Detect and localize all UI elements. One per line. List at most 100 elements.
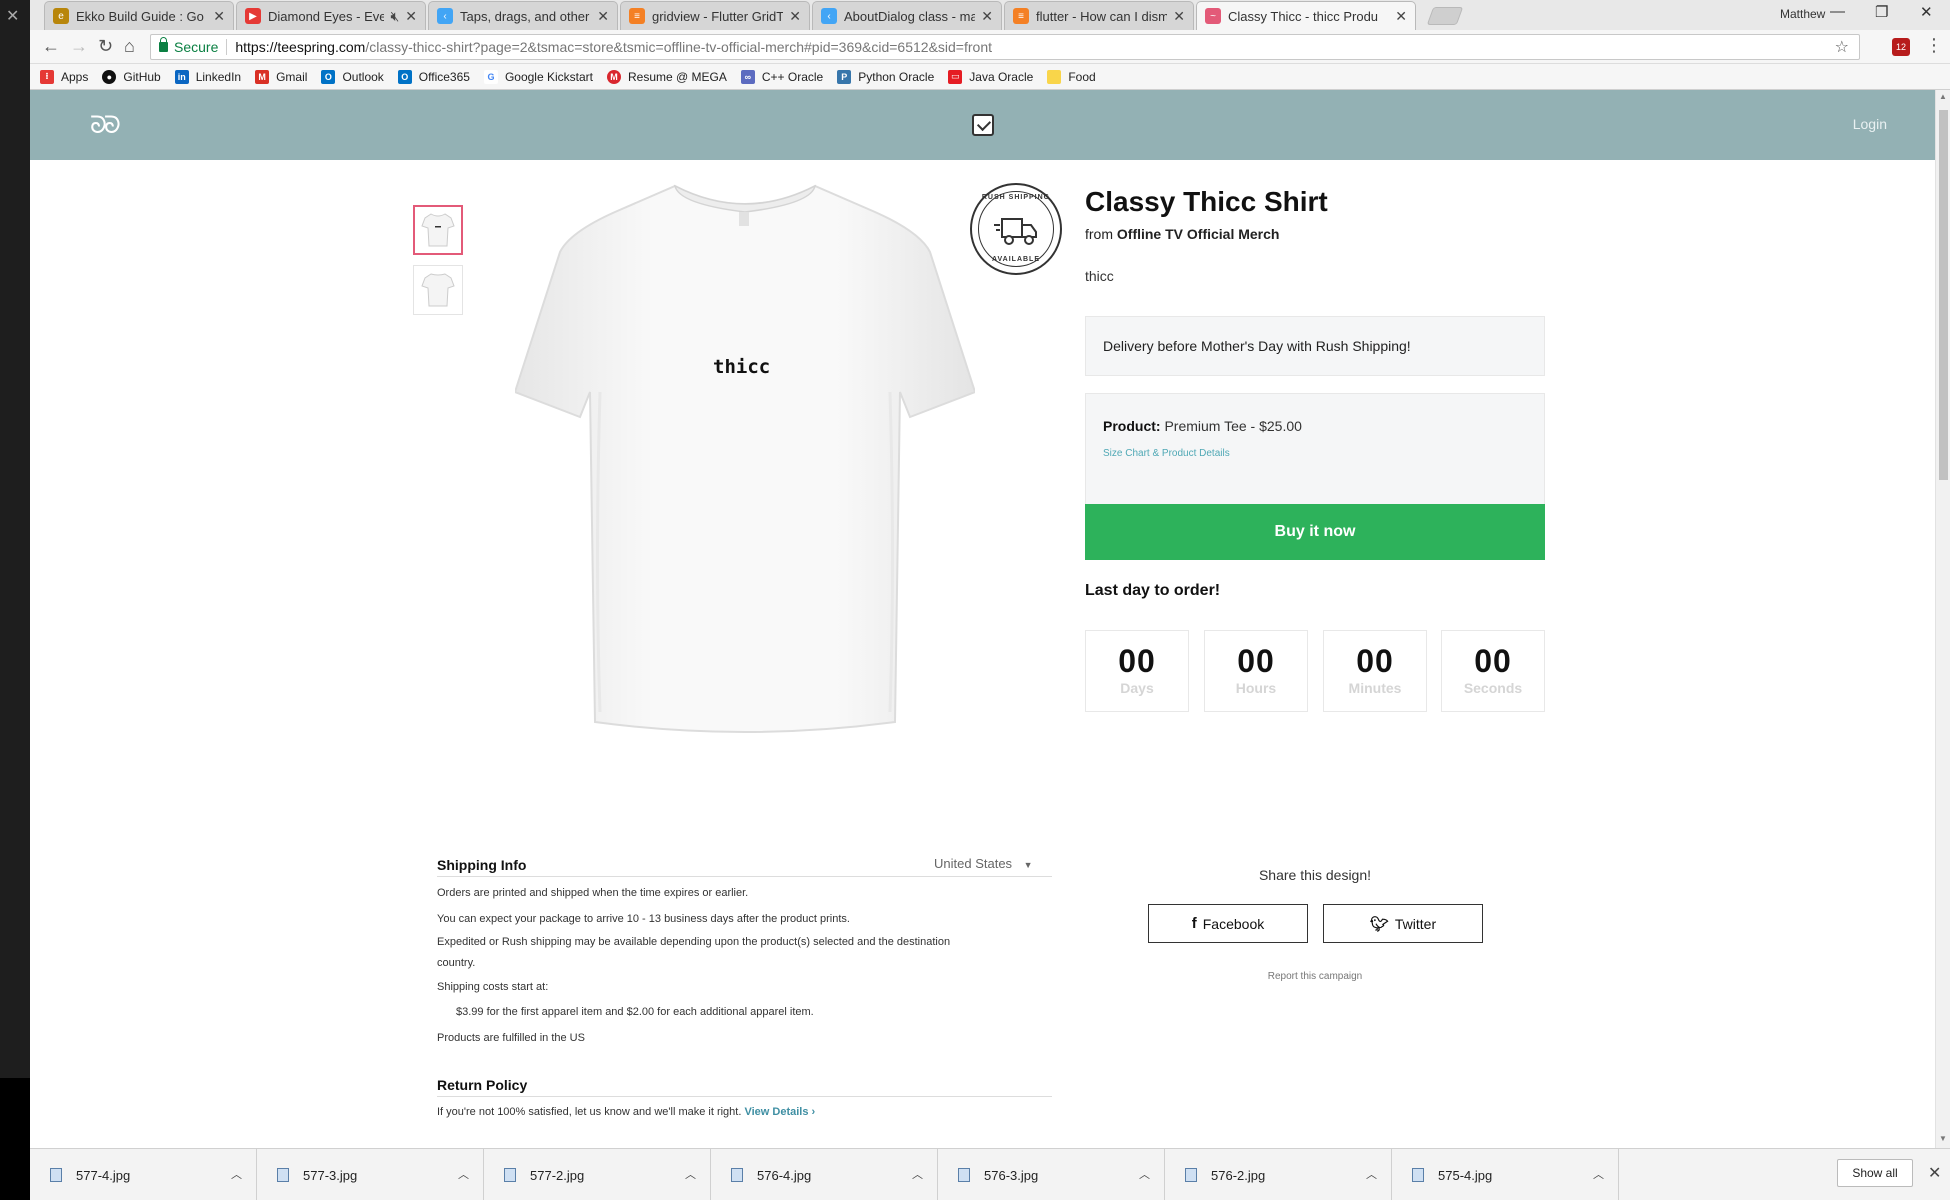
close-icon[interactable]: ✕ [597,8,609,25]
close-icon[interactable]: ✕ [1928,1163,1941,1183]
country-select[interactable]: United States ▼ [934,856,1033,871]
close-icon[interactable]: ✕ [213,8,225,25]
facebook-share-button[interactable]: f Facebook [1148,904,1308,943]
rush-shipping-badge: RUSH SHIPPING AVAILABLE [970,183,1062,275]
bookmark-label: GitHub [123,69,161,84]
bookmark-food[interactable]: Food [1047,69,1096,84]
bookmark-linkedin[interactable]: in LinkedIn [174,69,242,84]
report-campaign-link[interactable]: Report this campaign [1085,971,1545,982]
extension-icon[interactable]: 12 [1892,38,1910,56]
bookmark-google-kickstart[interactable]: G Google Kickstart [483,69,593,84]
cart-icon[interactable] [972,114,994,136]
browser-tab[interactable]: ‹ Taps, drags, and other ge ✕ [428,1,618,30]
scroll-thumb[interactable] [1939,110,1948,480]
chevron-up-icon[interactable]: ︿ [685,1166,696,1182]
youtube-icon: ▶ [245,8,261,24]
chevron-up-icon[interactable]: ︿ [1366,1166,1377,1182]
menu-icon[interactable]: ⋮ [1925,35,1943,56]
download-item[interactable]: 577-2.jpg ︿ [484,1149,711,1200]
login-link[interactable]: Login [1853,116,1887,132]
bookmark-outlook[interactable]: O Outlook [321,69,384,84]
scroll-up-icon[interactable]: ▲ [1939,92,1947,101]
share-heading: Share this design! [1258,867,1372,883]
product-thumbnail-back[interactable] [413,265,463,315]
close-icon[interactable]: ✕ [6,6,19,26]
close-icon[interactable]: ✕ [789,8,801,25]
bookmark-cpp-oracle[interactable]: ∞ C++ Oracle [740,69,823,84]
bookmark-java-oracle[interactable]: ▭ Java Oracle [948,69,1033,84]
product-image[interactable]: thicc [513,182,977,747]
maximize-icon[interactable]: ❐ [1875,3,1888,21]
twitter-share-button[interactable]: 🐦︎ Twitter [1323,904,1483,943]
browser-tab[interactable]: ≡ flutter - How can I dismis ✕ [1004,1,1194,30]
product-value[interactable]: Premium Tee - $25.00 [1164,418,1301,434]
download-filename: 576-3.jpg [984,1167,1039,1183]
bookmark-label: Gmail [276,69,308,84]
download-item[interactable]: 577-3.jpg ︿ [257,1149,484,1200]
java-icon: ▭ [948,69,963,84]
stackoverflow-icon: ≡ [629,8,645,24]
teespring-icon: ~ [1205,8,1221,24]
chevron-up-icon[interactable]: ︿ [231,1166,242,1182]
chevron-up-icon[interactable]: ︿ [458,1166,469,1182]
mute-icon[interactable]: 🔇︎ [390,8,399,25]
bookmark-python-oracle[interactable]: P Python Oracle [837,69,934,84]
bookmark-gmail[interactable]: M Gmail [255,69,308,84]
last-day-heading: Last day to order! [1085,582,1221,599]
browser-tab[interactable]: e Ekko Build Guide : Go ✕ [44,1,234,30]
shipping-text: You can expect your package to arrive 10… [437,913,850,925]
scroll-down-icon[interactable]: ▼ [1939,1134,1947,1143]
download-item[interactable]: 577-4.jpg ︿ [30,1149,257,1200]
browser-tab[interactable]: ‹ AboutDialog class - mate ✕ [812,1,1002,30]
download-item[interactable]: 576-3.jpg ︿ [938,1149,1165,1200]
seller-link[interactable]: Offline TV Official Merch [1117,226,1280,242]
download-item[interactable]: 576-4.jpg ︿ [711,1149,938,1200]
return-text: If you're not 100% satisfied, let us kno… [437,1106,742,1118]
teespring-logo-icon[interactable]: ᘐᘐ [90,112,121,140]
view-details-link[interactable]: View Details › [744,1106,815,1118]
download-item[interactable]: 576-2.jpg ︿ [1165,1149,1392,1200]
browser-tab[interactable]: ≡ gridview - Flutter GridTile ✕ [620,1,810,30]
reload-icon[interactable]: ↻ [98,36,113,57]
url-path: /classy-thicc-shirt?page=2&tsmac=store&t… [365,39,992,55]
show-all-downloads-button[interactable]: Show all [1837,1159,1913,1187]
stackoverflow-icon: ≡ [1013,8,1029,24]
bookmark-resume[interactable]: M Resume @ MEGA [607,69,727,84]
bookmark-apps[interactable]: ⁝ Apps [40,69,88,84]
browser-tab-active[interactable]: ~ Classy Thicc - thicc Produ ✕ [1196,1,1416,30]
chevron-up-icon[interactable]: ︿ [912,1166,923,1182]
forward-icon[interactable]: → [70,36,88,57]
download-filename: 577-2.jpg [530,1167,585,1183]
buy-now-button[interactable]: Buy it now [1085,504,1545,560]
download-filename: 576-2.jpg [1211,1167,1266,1183]
outlook-icon: O [321,69,336,84]
back-icon[interactable]: ← [42,36,60,57]
bookmark-label: LinkedIn [195,69,242,84]
bookmark-github[interactable]: ● GitHub [102,69,161,84]
chevron-up-icon[interactable]: ︿ [1593,1166,1604,1182]
bookmark-star-icon[interactable]: ☆ [1835,37,1849,57]
download-item[interactable]: 575-4.jpg ︿ [1392,1149,1619,1200]
left-window-edge: ✕ [0,0,30,1200]
product-thumbnail-front[interactable] [413,205,463,255]
shipping-text: Shipping costs start at: [437,981,549,993]
bookmark-office365[interactable]: O Office365 [397,69,470,84]
minimize-icon[interactable]: — [1830,3,1845,20]
size-chart-link[interactable]: Size Chart & Product Details [1103,448,1527,459]
new-tab-button[interactable] [1426,7,1464,25]
browser-tab[interactable]: ▶ Diamond Eyes - Every 🔇︎ ✕ [236,1,426,30]
close-icon[interactable]: ✕ [1173,8,1185,25]
tab-strip: e Ekko Build Guide : Go ✕ ▶ Diamond Eyes… [30,0,1950,30]
chevron-up-icon[interactable]: ︿ [1139,1166,1150,1182]
window-close-icon[interactable]: ✕ [1920,3,1933,21]
secure-indicator[interactable]: Secure [159,37,218,55]
ekko-icon: e [53,8,69,24]
close-icon[interactable]: ✕ [1395,8,1407,25]
product-selector[interactable]: Product: Premium Tee - $25.00 Size Chart… [1085,393,1545,505]
home-icon[interactable]: ⌂ [124,36,135,57]
close-icon[interactable]: ✕ [405,8,417,25]
scrollbar[interactable]: ▲ ▼ [1935,90,1950,1148]
profile-name[interactable]: Matthew [1780,7,1825,21]
address-bar[interactable]: Secure https://teespring.com /classy-thi… [150,34,1860,60]
close-icon[interactable]: ✕ [981,8,993,25]
